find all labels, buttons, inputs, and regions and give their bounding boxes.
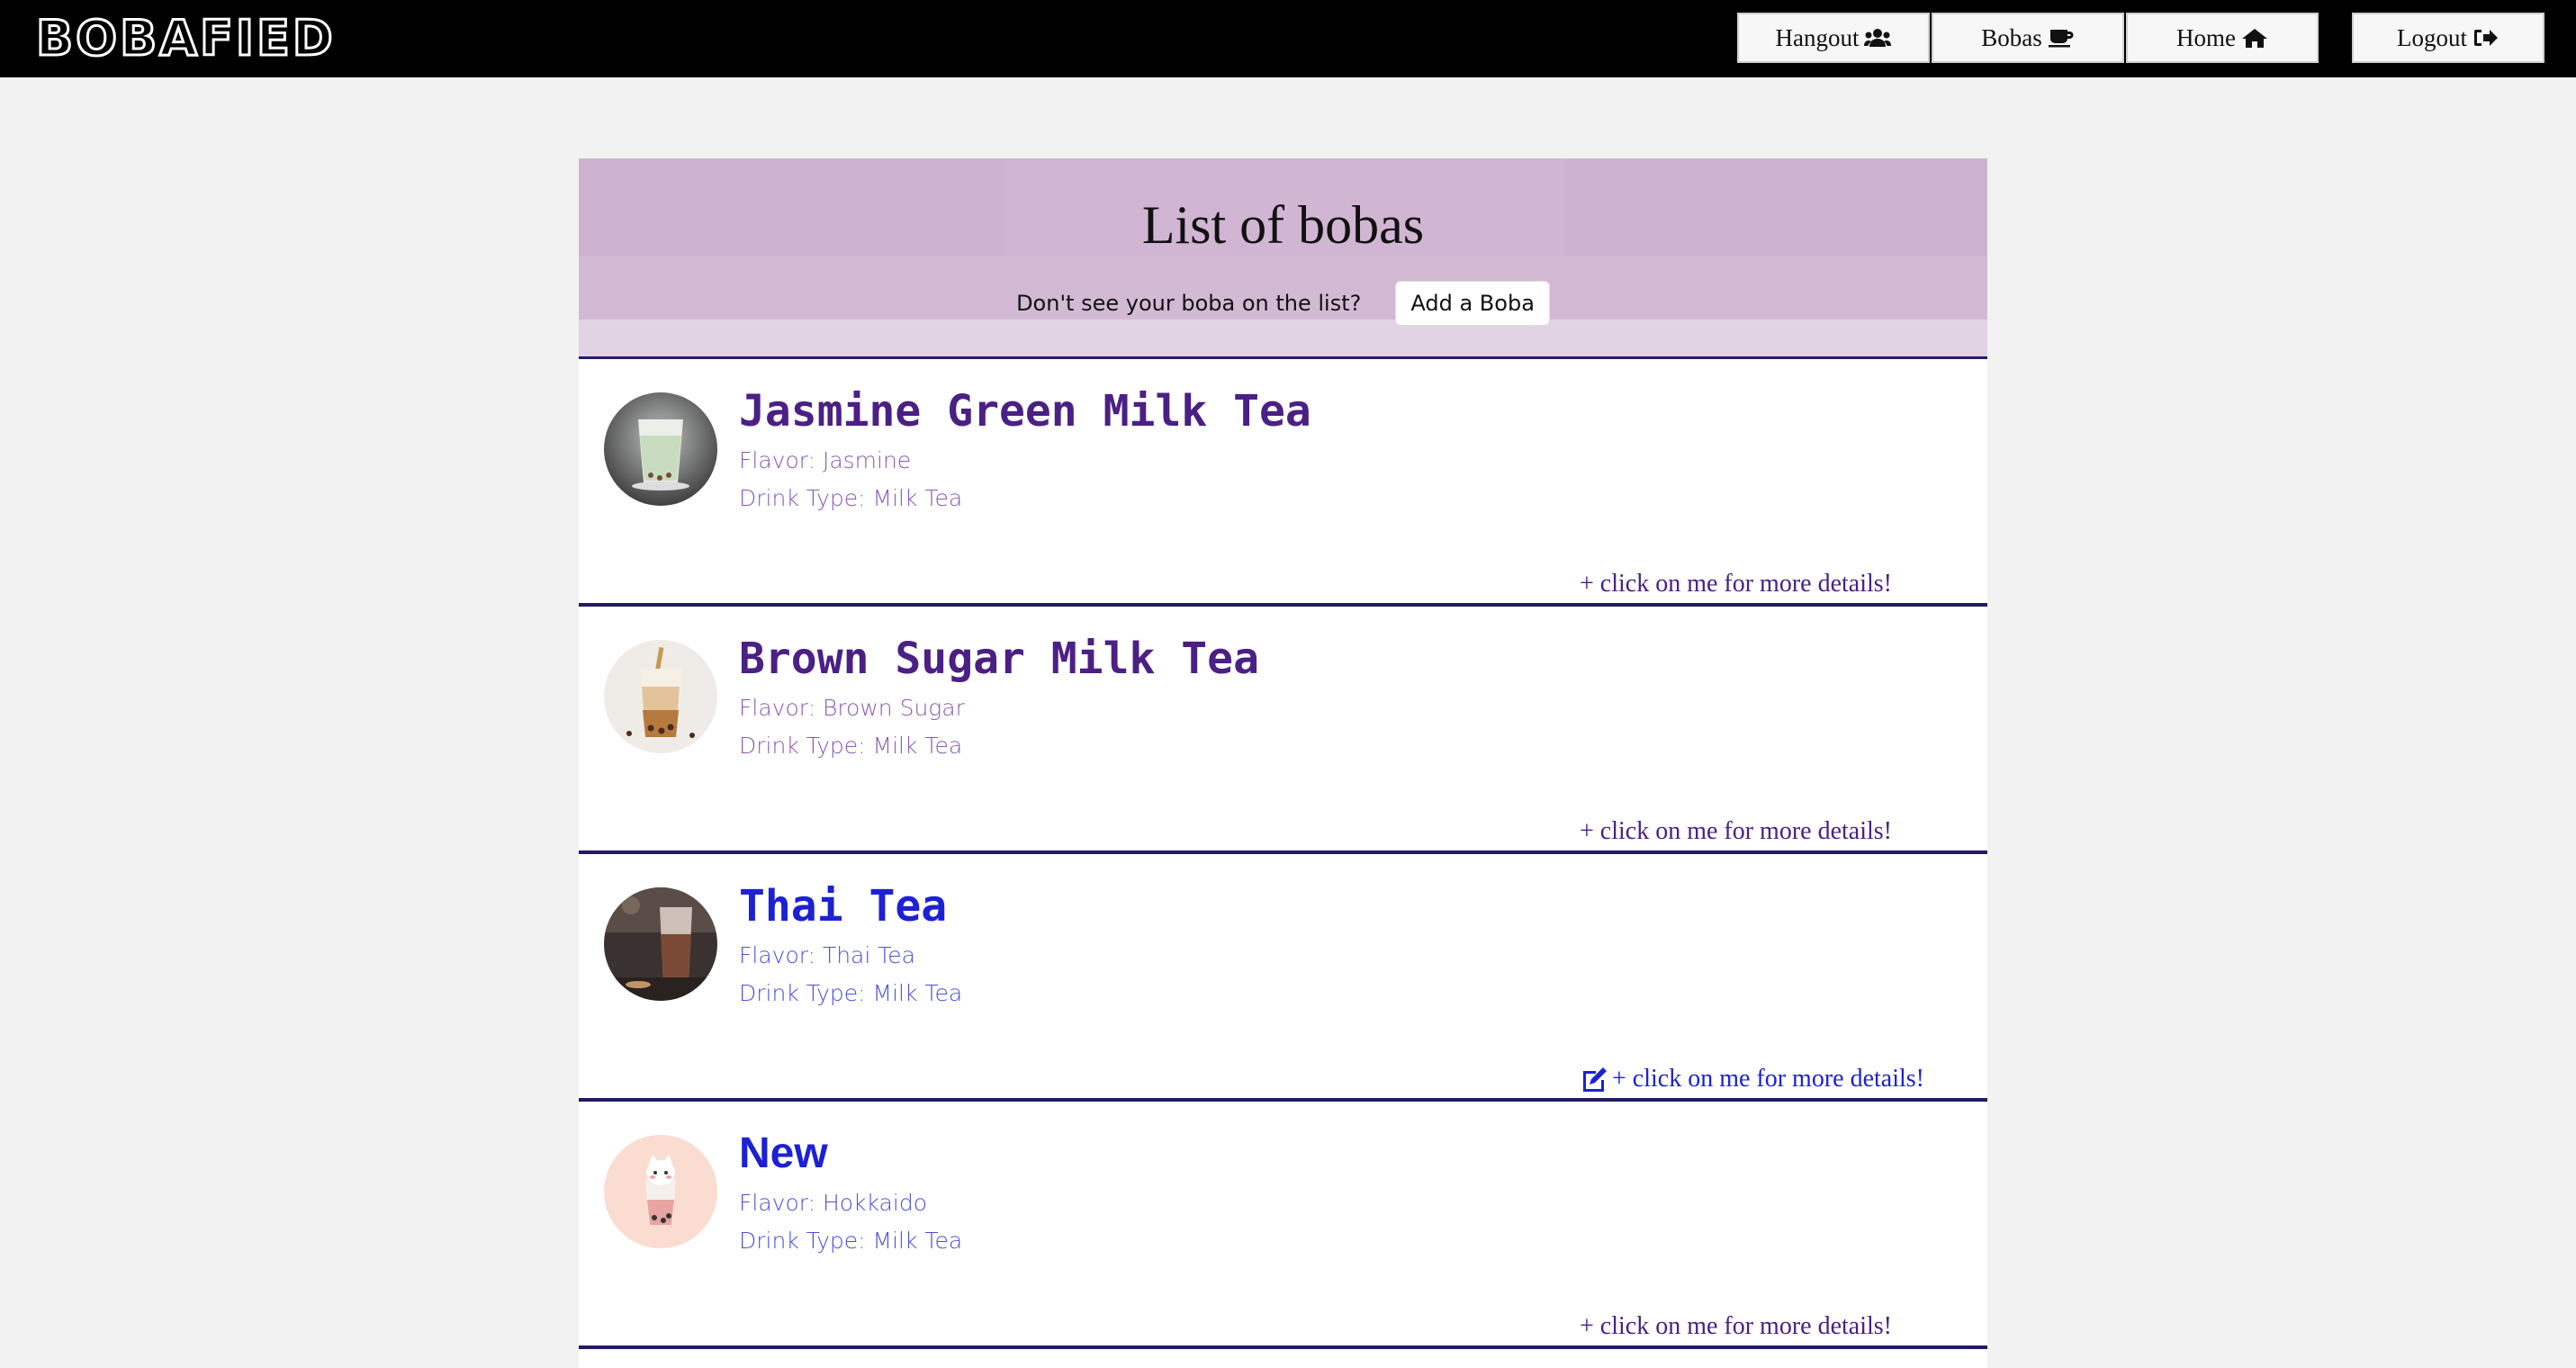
more-details-link[interactable]: + click on me for more details! <box>1580 817 1892 846</box>
nav-logout-button[interactable]: Logout <box>2352 13 2544 63</box>
boba-drink-type: Drink Type: Milk Tea <box>739 980 963 1006</box>
more-details-link[interactable]: + click on me for more details! <box>1580 1065 1924 1094</box>
nav-bobas-label: Bobas <box>1981 23 2042 51</box>
users-icon <box>1864 29 1892 47</box>
home-icon <box>2241 29 2267 48</box>
boba-drink-type: Drink Type: Milk Tea <box>739 733 963 759</box>
page-title: List of bobas <box>1141 195 1425 255</box>
nav-hangout-label: Hangout <box>1775 23 1860 51</box>
boba-name[interactable]: Jasmine Green Milk Tea <box>739 386 1311 436</box>
boba-list-item[interactable]: Jasmine Green Milk Tea Flavor: Jasmine D… <box>579 359 1987 607</box>
boba-flavor: Flavor: Hokkaido <box>739 1190 927 1216</box>
coffee-cup-icon <box>2048 30 2074 48</box>
nav-home-label: Home <box>2176 23 2236 51</box>
boba-name[interactable]: Brown Sugar Milk Tea <box>739 634 1259 684</box>
more-details-link[interactable]: + click on me for more details! <box>1580 1312 1892 1341</box>
edit-icon[interactable] <box>1580 1066 1608 1093</box>
brand-logo[interactable]: BOBAFIED <box>35 9 336 68</box>
nav-home-button[interactable]: Home <box>2126 13 2319 63</box>
sign-out-icon <box>2474 30 2498 46</box>
nav-logout-label: Logout <box>2397 23 2467 51</box>
add-boba-button[interactable]: Add a Boba <box>1395 281 1550 326</box>
boba-flavor: Flavor: Jasmine <box>739 447 912 473</box>
list-header: List of bobas Don't see your boba on the… <box>579 158 1987 359</box>
boba-list-item[interactable]: New Flavor: Hokkaido Drink Type: Milk Te… <box>579 1102 1987 1349</box>
boba-flavor: Flavor: Brown Sugar <box>739 695 965 721</box>
boba-list-item[interactable]: Brown Sugar Milk Tea Flavor: Brown Sugar… <box>579 607 1987 854</box>
more-details-link[interactable]: + click on me for more details! <box>1580 570 1892 598</box>
add-prompt-row: Don't see your boba on the list? Add a B… <box>579 281 1987 326</box>
boba-list-card: List of bobas Don't see your boba on the… <box>579 158 1987 1368</box>
nav-hangout-button[interactable]: Hangout <box>1737 13 1930 63</box>
boba-list-item[interactable]: Thai Tea Flavor: Thai Tea Drink Type: Mi… <box>579 854 1987 1102</box>
boba-flavor: Flavor: Thai Tea <box>739 942 915 968</box>
nav-bobas-button[interactable]: Bobas <box>1932 13 2124 63</box>
boba-thumbnail <box>604 392 717 506</box>
boba-drink-type: Drink Type: Milk Tea <box>739 485 963 511</box>
boba-thumbnail <box>604 1135 717 1248</box>
more-details-label: + click on me for more details! <box>1612 1065 1925 1093</box>
boba-drink-type: Drink Type: Milk Tea <box>739 1228 963 1254</box>
boba-thumbnail <box>604 887 717 1001</box>
top-navbar: BOBAFIED Hangout Bobas Home Logout <box>0 0 2576 77</box>
boba-name[interactable]: Thai Tea <box>739 881 947 932</box>
boba-thumbnail <box>604 640 717 753</box>
boba-name[interactable]: New <box>739 1129 828 1178</box>
add-prompt-text: Don't see your boba on the list? <box>1016 291 1362 316</box>
